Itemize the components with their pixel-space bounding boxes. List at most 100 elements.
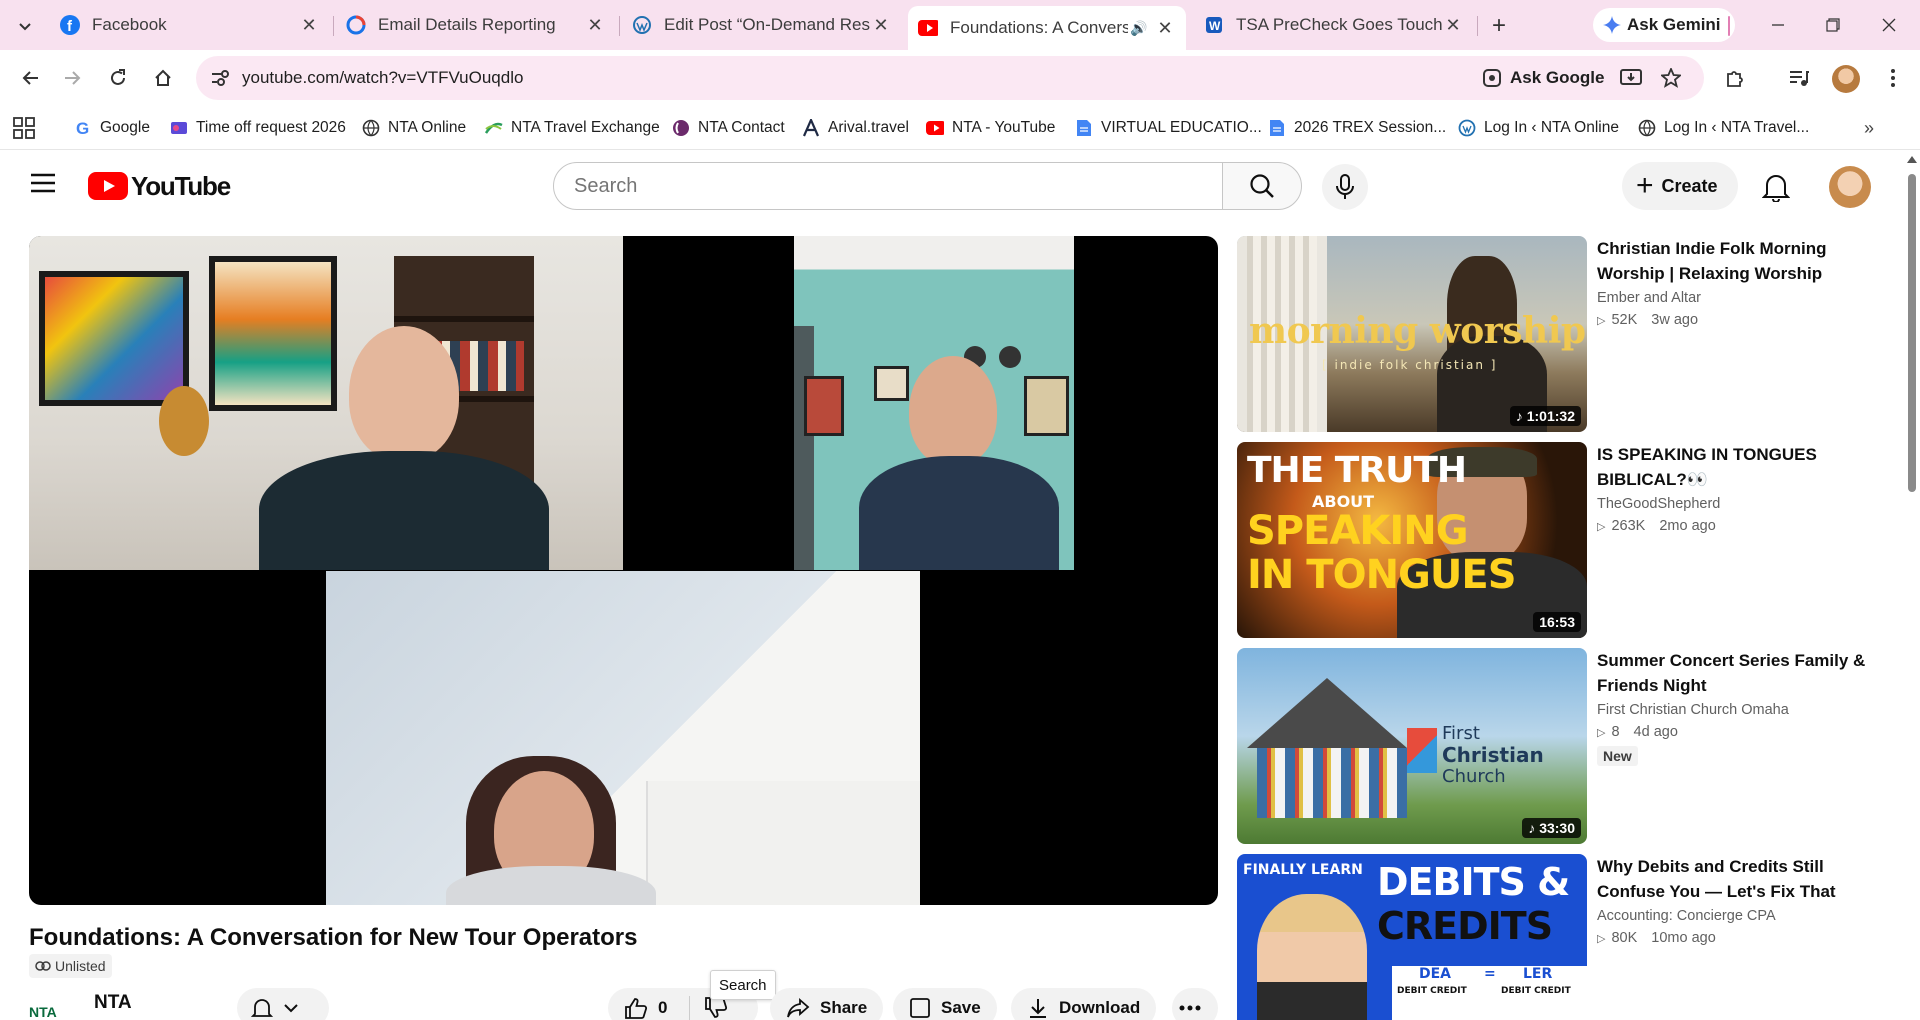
doc-icon [1075,119,1093,137]
rec-channel[interactable]: Accounting: Concierge CPA [1597,908,1877,924]
reload-icon[interactable] [102,62,134,94]
facebook-icon: f [60,15,80,35]
close-tab-icon[interactable]: ✕ [298,14,320,36]
account-avatar[interactable] [1829,166,1871,208]
tab-email-details-reporting[interactable]: Email Details Reporting ✕ [336,6,616,44]
like-count: 0 [658,998,668,1017]
rec-channel[interactable]: TheGoodShepherd [1597,496,1877,512]
close-tab-icon[interactable]: ✕ [1442,14,1464,36]
address-bar[interactable]: youtube.com/watch?v=VTFVuOuqdlo Ask Goog… [196,56,1704,100]
word-icon: W [1204,15,1224,35]
rec-channel[interactable]: First Christian Church Omaha [1597,702,1877,718]
bookmark-trex-session[interactable]: 2026 TREX Session... [1268,116,1446,140]
bookmark-nta-online[interactable]: NTA Online [362,116,466,140]
close-tab-icon[interactable]: ✕ [870,14,892,36]
thumbnail-text: LER [1523,966,1553,982]
close-window-icon[interactable] [1869,8,1909,42]
bookmark-nta-contact[interactable]: NTA Contact [672,116,785,140]
microphone-icon [1336,174,1354,199]
close-tab-icon[interactable]: ✕ [584,14,606,36]
rec-title[interactable]: Christian Indie Folk Morning Worship | R… [1597,236,1877,286]
scroll-up-arrow-icon[interactable] [1907,156,1917,163]
forward-arrow-icon[interactable] [57,62,89,94]
bookmark-login-nta-online[interactable]: Log In ‹ NTA Online [1458,116,1619,140]
share-button[interactable]: Share [770,988,884,1020]
video-thumbnail[interactable]: THE TRUTH ABOUT SPEAKING IN TONGUES 16:5… [1237,442,1587,638]
recommended-video[interactable]: First Christian Church ♪ 33:30 Summer Con… [1237,648,1877,844]
gemini-divider [1728,16,1730,36]
browser-menu-kebab-icon[interactable] [1878,63,1908,93]
browser-profile-avatar[interactable] [1832,65,1860,93]
search-button[interactable] [1222,162,1302,210]
site-settings-icon[interactable] [208,67,232,89]
globe-icon [1638,119,1656,137]
tab-search-chevron-icon[interactable] [12,13,38,39]
tab-foundations-youtube[interactable]: Foundations: A Conversati 🔊 ✕ [908,6,1186,50]
tab-edit-post[interactable]: Edit Post “On-Demand Resour ✕ [622,6,902,44]
close-tab-icon[interactable]: ✕ [1154,17,1176,39]
gemini-sparkle-icon [1603,16,1621,34]
new-tab-button[interactable]: + [1484,11,1514,41]
search-box[interactable] [553,162,1223,210]
video-thumbnail[interactable]: FINALLY LEARN DEBITS & CREDITS DEA = LER… [1237,854,1587,1020]
video-player[interactable] [29,236,1218,905]
bookmark-label: NTA Travel Exchange [511,119,660,136]
ask-gemini-button[interactable]: Ask Gemini [1593,8,1735,42]
rec-title[interactable]: IS SPEAKING IN TONGUES BIBLICAL?👀 [1597,442,1877,492]
bookmark-nta-travel-exchange[interactable]: NTA Travel Exchange [485,116,660,140]
svg-text:W: W [1209,19,1221,33]
home-icon[interactable] [147,62,179,94]
scrollbar-thumb[interactable] [1908,174,1916,492]
rec-title[interactable]: Why Debits and Credits Still Confuse You… [1597,854,1877,904]
youtube-logo[interactable]: YouTube [88,171,231,201]
video-thumbnail[interactable]: First Christian Church ♪ 33:30 [1237,648,1587,844]
subscription-bell-button[interactable] [237,988,329,1020]
ask-google-button[interactable]: Ask Google [1474,64,1612,92]
tab-tsa-precheck[interactable]: W TSA PreCheck Goes Touchless ✕ [1194,6,1474,44]
recommended-video[interactable]: morning worship [ indie folk christian ]… [1237,236,1877,432]
share-arrow-icon [787,998,810,1018]
bookmark-star-icon[interactable] [1658,66,1684,90]
rec-channel[interactable]: Ember and Altar [1597,290,1877,306]
bookmark-arival[interactable]: Arival.travel [802,116,909,140]
bookmark-label: NTA - YouTube [952,119,1056,136]
voice-search-button[interactable] [1322,164,1368,210]
recommended-video[interactable]: FINALLY LEARN DEBITS & CREDITS DEA = LER… [1237,854,1877,1020]
recommended-video[interactable]: THE TRUTH ABOUT SPEAKING IN TONGUES 16:5… [1237,442,1877,638]
thumbnail-text: Church [1442,766,1506,787]
restore-window-icon[interactable] [1813,8,1853,42]
like-divider [689,996,691,1020]
channel-name[interactable]: NTA [94,992,132,1014]
more-bookmarks-chevron-icon[interactable]: » [1864,118,1884,138]
install-app-icon[interactable] [1618,66,1644,90]
bookmark-virtual-education[interactable]: VIRTUAL EDUCATIO... [1075,116,1262,140]
new-badge: New [1597,746,1638,766]
minimize-window-icon[interactable] [1758,8,1798,42]
apps-grid-icon[interactable] [13,117,35,139]
more-actions-button[interactable] [1172,988,1218,1020]
save-button[interactable]: Save [893,988,997,1020]
speaker-icon[interactable]: 🔊 [1128,17,1150,39]
notifications-bell-icon[interactable] [1761,172,1792,203]
search-input[interactable] [554,163,1222,209]
download-button[interactable]: Download [1011,988,1157,1020]
view-count: 8 [1611,724,1620,740]
video-thumbnail[interactable]: morning worship [ indie folk christian ]… [1237,236,1587,432]
bookmark-time-off[interactable]: Time off request 2026 [170,116,346,140]
guide-menu-icon[interactable] [30,172,58,200]
rec-title[interactable]: Summer Concert Series Family & Friends N… [1597,648,1877,698]
tab-facebook[interactable]: f Facebook ✕ [50,6,330,44]
channel-logo[interactable]: NTA [29,1004,57,1020]
bookmark-nta-youtube[interactable]: NTA - YouTube [926,116,1055,140]
back-arrow-icon[interactable] [14,62,46,94]
media-controls-icon[interactable] [1784,63,1814,93]
page-scrollbar[interactable] [1904,150,1920,1020]
create-button[interactable]: + Create [1622,162,1738,210]
url-text[interactable]: youtube.com/watch?v=VTFVuOuqdlo [242,68,523,88]
bookmark-label: NTA Online [388,119,467,136]
thumbs-down-icon[interactable] [704,997,728,1019]
thumbs-up-icon[interactable] [624,997,648,1019]
bookmark-login-nta-travel[interactable]: Log In ‹ NTA Travel... [1638,116,1809,140]
extensions-puzzle-icon[interactable] [1720,63,1750,93]
bookmark-google[interactable]: G Google [74,116,150,140]
